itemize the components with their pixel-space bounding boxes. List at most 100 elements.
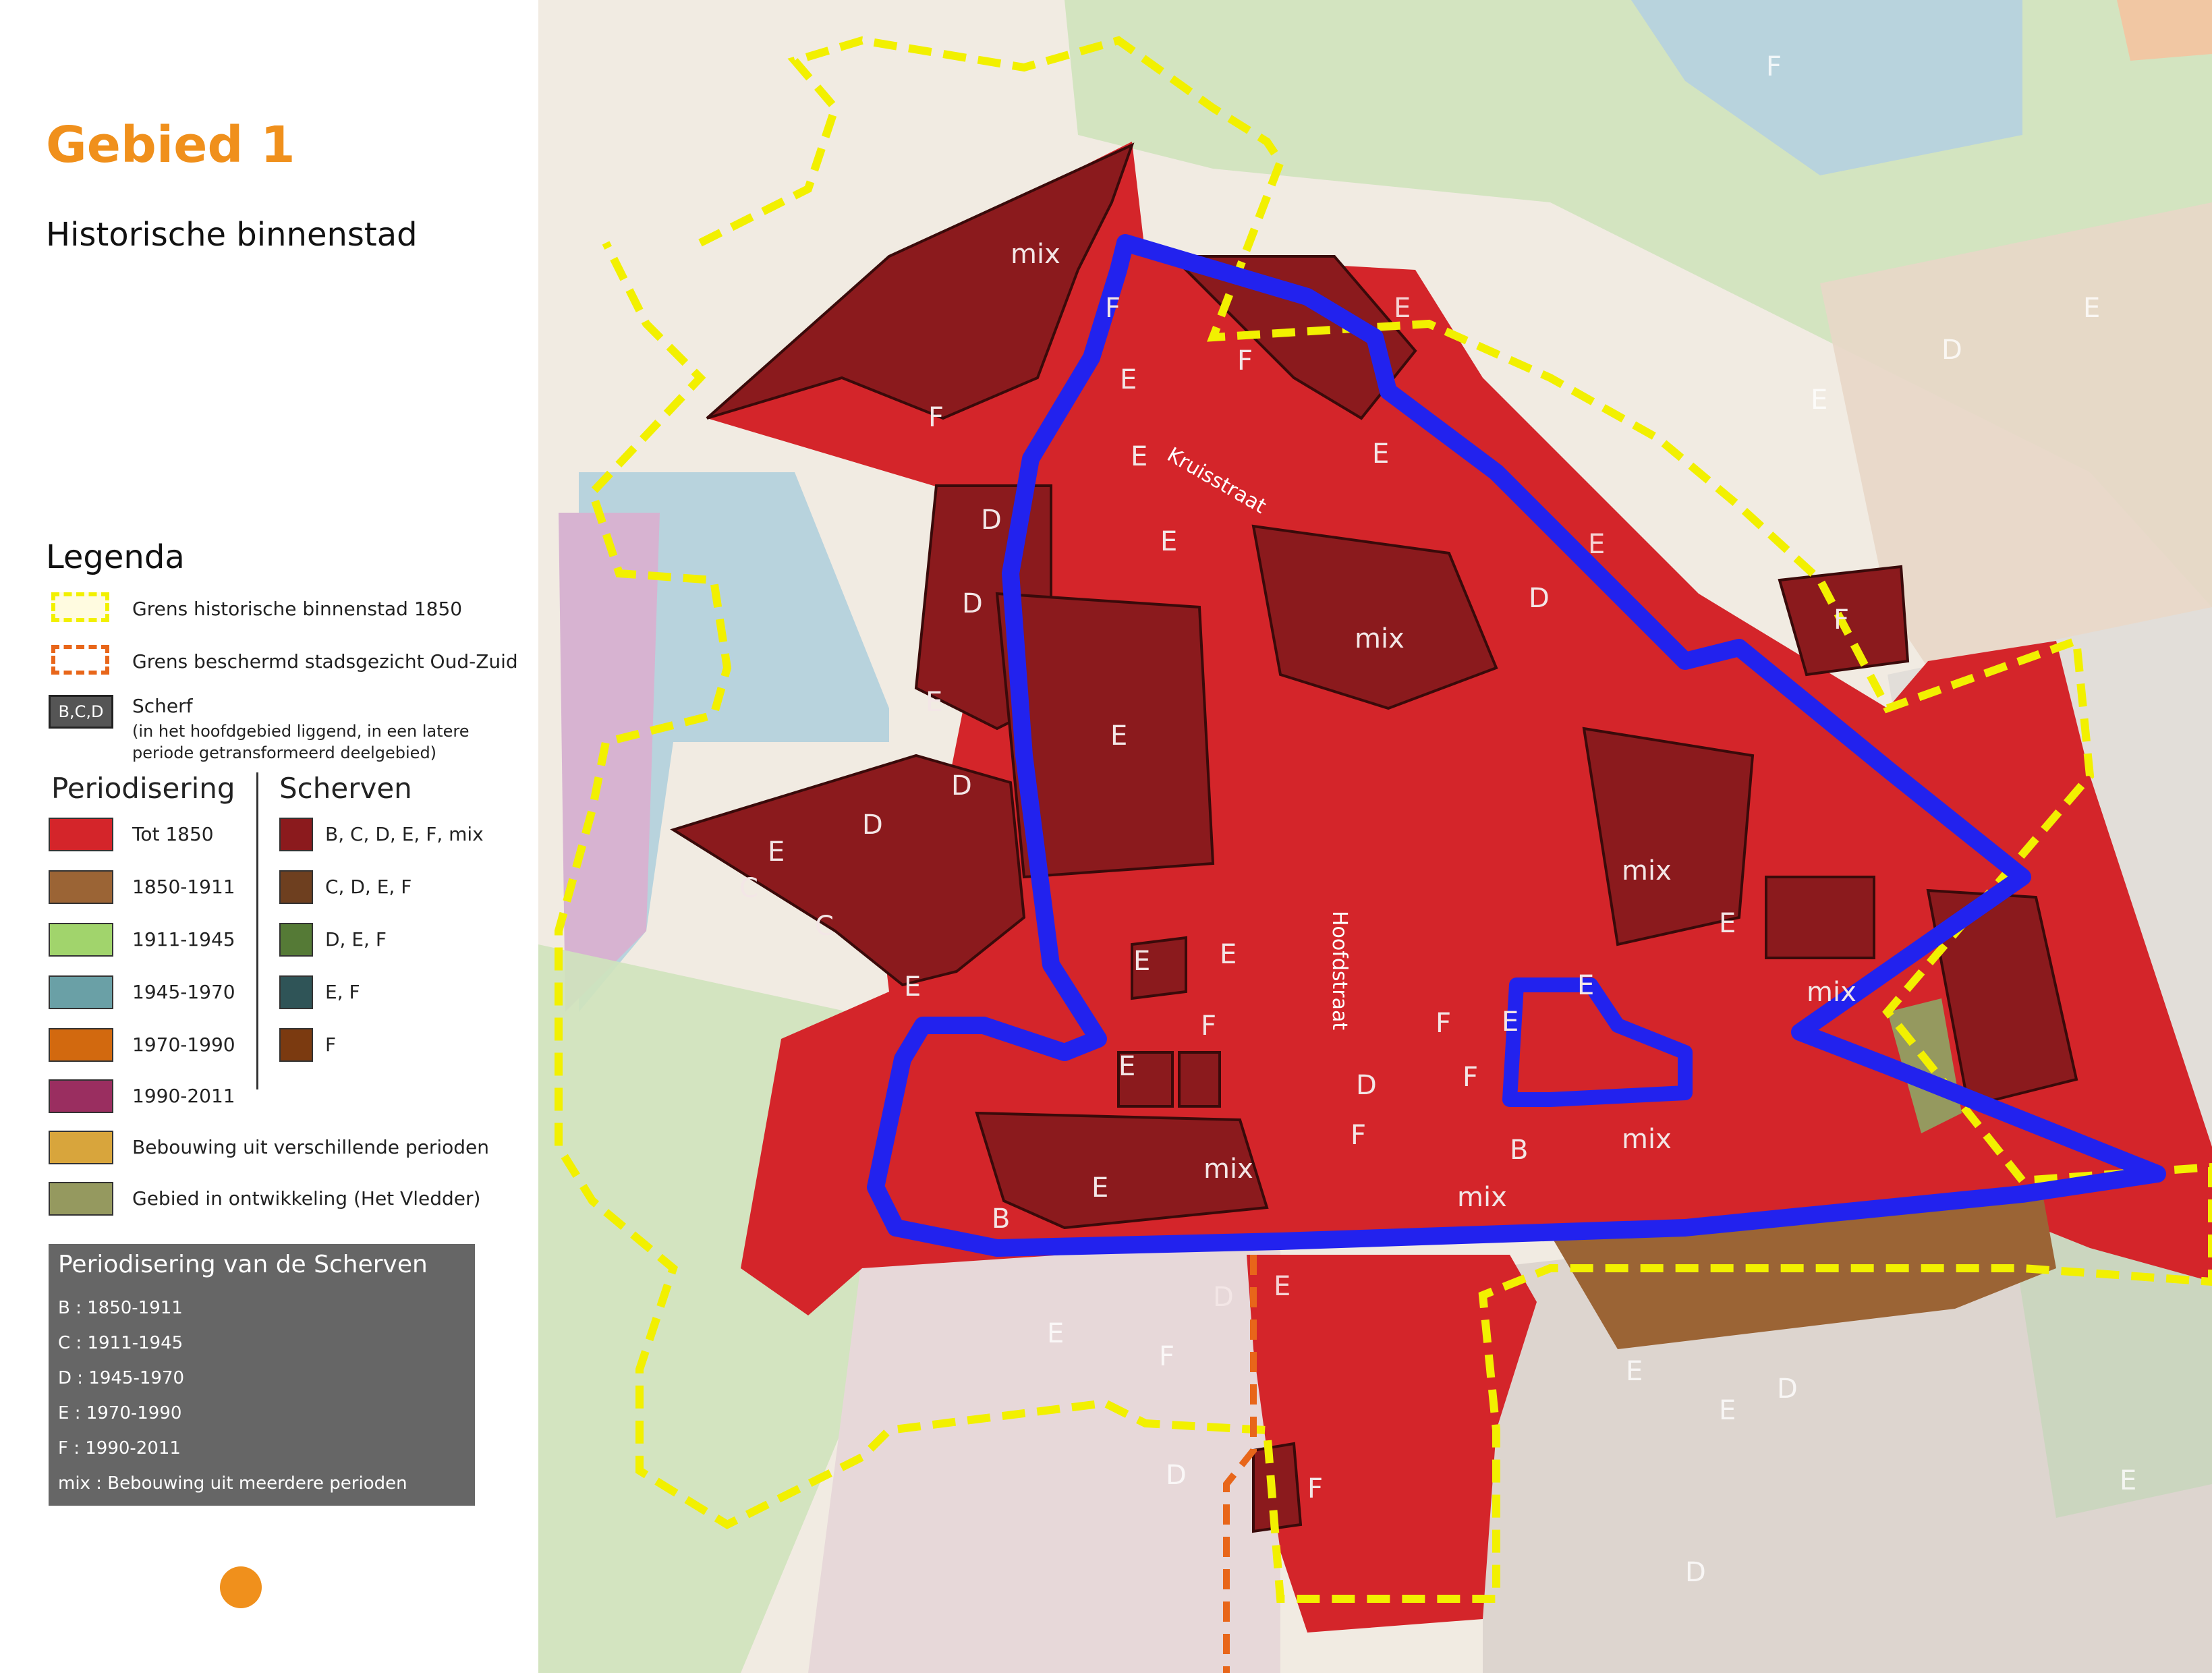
period-swatch — [49, 975, 113, 1009]
map-label: D — [951, 770, 972, 801]
map-label: mix — [1203, 1154, 1253, 1185]
map-label: E — [926, 687, 942, 718]
period-label: 1850-1911 — [132, 876, 235, 898]
map-label: E — [2120, 1465, 2136, 1496]
map-label: E — [1502, 1006, 1519, 1038]
border-1850-label: Grens historische binnenstad 1850 — [132, 598, 463, 620]
border-1850-swatch — [51, 592, 109, 622]
map-label: F — [1834, 604, 1849, 635]
period-label: Bebouwing uit verschillende perioden — [132, 1136, 490, 1158]
period-label: 1990-2011 — [132, 1085, 235, 1107]
period-label: 1970-1990 — [132, 1033, 235, 1056]
period-swatch — [49, 870, 113, 904]
period-swatch — [49, 818, 113, 851]
map-label: E — [904, 971, 921, 1002]
period-swatch — [49, 1028, 113, 1062]
period-swatch — [49, 1079, 113, 1113]
map-label: F — [1351, 1120, 1366, 1151]
period-line: B : 1850-1911 — [58, 1298, 183, 1318]
period-swatch — [49, 1131, 113, 1164]
scherf-type-swatch — [279, 818, 313, 851]
scherf-label: Scherf — [132, 695, 193, 717]
period-label: Tot 1850 — [132, 823, 214, 845]
map-label: mix — [1457, 1182, 1507, 1213]
legend-divider — [256, 772, 258, 1089]
scherf-type-swatch — [279, 975, 313, 1009]
map-label: E — [1811, 385, 1827, 416]
scherf-type-label: F — [325, 1033, 337, 1056]
periodisering-heading: Periodisering — [51, 772, 235, 805]
map-label: F — [1105, 293, 1121, 324]
legend-panel: Gebied 1 Historische binnenstad Legenda … — [0, 0, 538, 1673]
page-title: Gebied 1 — [46, 116, 295, 174]
map-label: F — [928, 402, 944, 433]
map-label: F — [1436, 1008, 1451, 1039]
period-line: mix : Bebouwing uit meerdere perioden — [58, 1473, 407, 1494]
period-label: 1945-1970 — [132, 981, 235, 1003]
scherf-type-swatch — [279, 870, 313, 904]
map-label: E — [1118, 1051, 1135, 1082]
map-label: E — [1133, 946, 1150, 977]
map-label: D — [1777, 1373, 1798, 1405]
map-label: E — [768, 836, 785, 868]
scherven-heading: Scherven — [279, 772, 412, 805]
map-label: D — [862, 810, 883, 841]
map-label: F — [1159, 1341, 1174, 1372]
map-label: D — [981, 505, 1002, 536]
map-label: D — [1685, 1557, 1706, 1588]
map-label: F — [1463, 1062, 1478, 1093]
street-label: Hoofdstraat — [1328, 911, 1351, 1030]
period-line: D : 1945-1970 — [58, 1368, 185, 1388]
map-label: D — [1356, 1070, 1377, 1101]
map-label: E — [1091, 1172, 1108, 1203]
map-label: E — [1274, 1271, 1291, 1302]
map-label: D — [1213, 1282, 1234, 1313]
map-label: E — [1372, 438, 1389, 470]
period-swatch — [49, 1182, 113, 1216]
period-line: C : 1911-1945 — [58, 1333, 183, 1353]
period-label: Gebied in ontwikkeling (Het Vledder) — [132, 1187, 481, 1210]
city-map[interactable]: Kruisstraat Hoofdstraat mix F F E F E E … — [538, 0, 2212, 1673]
scherf-type-label: C, D, E, F — [325, 876, 412, 898]
map-label: D — [1166, 1460, 1187, 1491]
map-label: E — [1588, 529, 1605, 560]
map-label: E — [1047, 1318, 1064, 1349]
scherf-type-swatch — [279, 923, 313, 957]
map-label: mix — [1807, 977, 1856, 1008]
period-line: F : 1990-2011 — [58, 1438, 181, 1458]
map-label: E — [1160, 526, 1177, 557]
map-label: F — [1766, 51, 1782, 82]
map-label: E — [1220, 939, 1237, 970]
period-box-title: Periodisering van de Scherven — [58, 1251, 428, 1278]
map-label: E — [1577, 970, 1594, 1001]
map-label: C — [739, 873, 758, 904]
map-label: F — [1237, 345, 1253, 376]
map-label: mix — [1622, 1124, 1672, 1155]
map-label: E — [1110, 720, 1127, 752]
scherf-note: (in het hoofdgebied liggend, in een late… — [132, 722, 470, 762]
period-label: 1911-1945 — [132, 928, 235, 951]
orange-dot-marker — [220, 1566, 262, 1608]
scherf-type-label: D, E, F — [325, 928, 387, 951]
map-label: E — [1626, 1356, 1643, 1387]
map-label: F — [1307, 1473, 1323, 1504]
scherf-type-label: E, F — [325, 981, 360, 1003]
period-line: E : 1970-1990 — [58, 1403, 182, 1423]
map-label: mix — [1011, 239, 1060, 270]
period-swatch — [49, 923, 113, 957]
scherf-type-swatch — [279, 1028, 313, 1062]
map-label: F — [1201, 1011, 1216, 1042]
page-subtitle: Historische binnenstad — [46, 216, 418, 254]
map-label: E — [1719, 1395, 1736, 1426]
legend-heading: Legenda — [46, 538, 185, 576]
border-oudzuid-label: Grens beschermd stadsgezicht Oud-Zuid — [132, 650, 518, 673]
map-label: C — [815, 911, 834, 942]
map-label: D — [1529, 583, 1550, 614]
map-label: E — [1120, 364, 1137, 395]
map-label: E — [1131, 441, 1147, 472]
map-label: E — [2083, 293, 2100, 324]
map-label: D — [1941, 335, 1962, 366]
border-oudzuid-swatch — [51, 645, 109, 675]
map-label: D — [962, 588, 983, 619]
scherf-type-label: B, C, D, E, F, mix — [325, 823, 484, 845]
